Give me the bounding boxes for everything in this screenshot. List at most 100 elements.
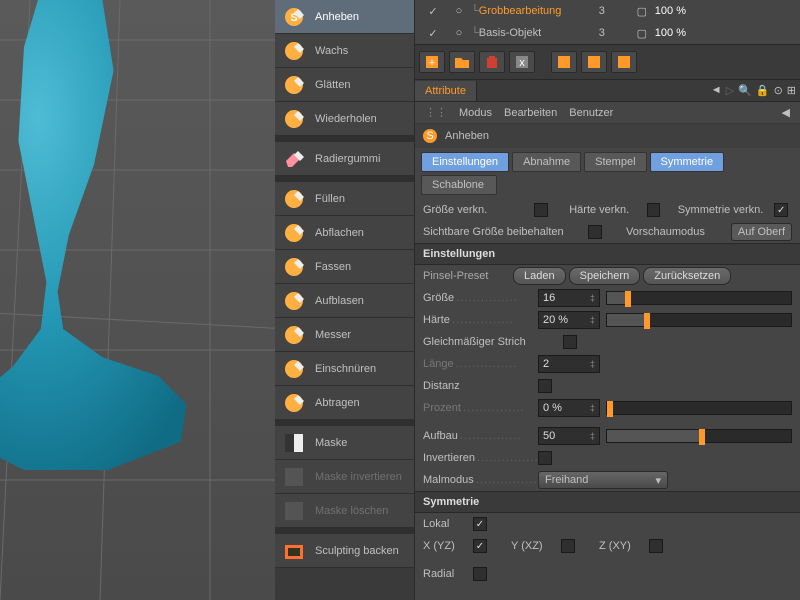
- mask-icon: [281, 430, 307, 456]
- chk-hard-link[interactable]: [647, 203, 661, 217]
- lbl-len: Länge: [423, 358, 538, 370]
- menu-arrow-icon[interactable]: ◀: [782, 106, 790, 119]
- tool-pinch[interactable]: Einschnüren: [275, 352, 414, 386]
- tool-label: Aufblasen: [315, 295, 364, 307]
- tool-inflate[interactable]: Aufblasen: [275, 284, 414, 318]
- chk-local[interactable]: [473, 517, 487, 531]
- tool-scrape[interactable]: Abtragen: [275, 386, 414, 420]
- chk-yxz[interactable]: [561, 539, 575, 553]
- chk-size-link[interactable]: [534, 203, 548, 217]
- field-build[interactable]: 50‡: [538, 427, 600, 445]
- chk-even[interactable]: [563, 335, 577, 349]
- field-pct[interactable]: 0 %‡: [538, 399, 600, 417]
- preview-dropdown[interactable]: Auf Oberf: [731, 223, 792, 241]
- layer-add-icon[interactable]: +: [419, 51, 445, 73]
- search-icon[interactable]: 🔍: [738, 84, 752, 97]
- tool-smooth[interactable]: Glätten: [275, 68, 414, 102]
- chk-zxy[interactable]: [649, 539, 663, 553]
- layer-opt1-icon[interactable]: [551, 51, 577, 73]
- layer-level: 3: [599, 27, 629, 39]
- new-window-icon[interactable]: ⊞: [787, 84, 796, 97]
- tool-mask-del[interactable]: Maske löschen: [275, 494, 414, 528]
- scrape-icon: [281, 390, 307, 416]
- tool-flatten[interactable]: Abflachen: [275, 216, 414, 250]
- layer-vis-check[interactable]: ✓: [419, 5, 447, 18]
- subtab-stencil[interactable]: Schablone: [421, 175, 497, 195]
- nav-fwd-icon[interactable]: ▷: [726, 84, 734, 97]
- chk-xyz[interactable]: [473, 539, 487, 553]
- subtab-settings[interactable]: Einstellungen: [421, 152, 509, 172]
- layer-vis-check[interactable]: ✓: [419, 27, 447, 40]
- chk-keep-vis[interactable]: [588, 225, 602, 239]
- lbl-build: Aufbau: [423, 430, 538, 442]
- menu-benutzer[interactable]: Benutzer: [569, 107, 613, 119]
- lbl-preset: Pinsel-Preset: [423, 270, 513, 282]
- layer-name: Grobbearbeitung: [479, 5, 599, 17]
- lbl-zxy: Z (XY): [599, 540, 649, 552]
- attribute-tabbar: Attribute ◄ ▷ 🔍 🔒 ⊙ ⊞: [415, 80, 800, 102]
- chk-radial[interactable]: [473, 567, 487, 581]
- lbl-xyz: X (YZ): [423, 540, 473, 552]
- btn-save[interactable]: Speichern: [569, 267, 641, 285]
- slider-build[interactable]: [606, 429, 792, 443]
- subtab-symmetry[interactable]: Symmetrie: [650, 152, 725, 172]
- layer-x-icon[interactable]: x: [509, 51, 535, 73]
- menu-bearbeiten[interactable]: Bearbeiten: [504, 107, 557, 119]
- layer-opt2-icon[interactable]: [581, 51, 607, 73]
- chk-dist[interactable]: [538, 379, 552, 393]
- tab-attribute[interactable]: Attribute: [415, 81, 477, 101]
- trash-icon[interactable]: [479, 51, 505, 73]
- layer-row[interactable]: ✓○└ Grobbearbeitung3▢100 %: [415, 0, 800, 22]
- dropdown-paint[interactable]: Freihand▾: [538, 471, 668, 489]
- brush-title: Anheben: [445, 130, 489, 142]
- tool-mask-inv[interactable]: Maske invertieren: [275, 460, 414, 494]
- layer-toggle[interactable]: ▢: [629, 27, 655, 40]
- pin-icon[interactable]: ⊙: [774, 84, 783, 97]
- tool-knife[interactable]: Messer: [275, 318, 414, 352]
- lock-icon[interactable]: 🔒: [756, 84, 770, 97]
- lbl-hard: Härte: [423, 314, 538, 326]
- chk-sym-link[interactable]: [774, 203, 788, 217]
- layer-opt3-icon[interactable]: [611, 51, 637, 73]
- tool-label: Glätten: [315, 79, 350, 91]
- btn-load[interactable]: Laden: [513, 267, 566, 285]
- subtab-falloff[interactable]: Abnahme: [512, 152, 581, 172]
- flatten-icon: [281, 220, 307, 246]
- field-len[interactable]: 2‡: [538, 355, 600, 373]
- tool-label: Wachs: [315, 45, 348, 57]
- viewport-3d[interactable]: [0, 0, 275, 600]
- slider-size[interactable]: [606, 291, 792, 305]
- slider-hard[interactable]: [606, 313, 792, 327]
- tool-repeat[interactable]: Wiederholen: [275, 102, 414, 136]
- folder-add-icon[interactable]: [449, 51, 475, 73]
- field-hard[interactable]: 20 %‡: [538, 311, 600, 329]
- lbl-keep-vis: Sichtbare Größe beibehalten: [423, 226, 588, 238]
- tool-bake[interactable]: Sculpting backen: [275, 534, 414, 568]
- tool-mask[interactable]: Maske: [275, 426, 414, 460]
- tool-fill[interactable]: Füllen: [275, 182, 414, 216]
- layer-name: Basis-Objekt: [479, 27, 599, 39]
- tool-wax[interactable]: Wachs: [275, 34, 414, 68]
- btn-reset[interactable]: Zurücksetzen: [643, 267, 731, 285]
- layer-dot-icon[interactable]: ○: [447, 5, 471, 17]
- lbl-local: Lokal: [423, 518, 473, 530]
- slider-pct[interactable]: [606, 401, 792, 415]
- subtab-stamp[interactable]: Stempel: [584, 152, 646, 172]
- lbl-radial: Radial: [423, 568, 473, 580]
- nav-back-icon[interactable]: ◄: [711, 84, 722, 97]
- svg-text:S: S: [426, 130, 433, 142]
- layer-row[interactable]: ✓○└ Basis-Objekt3▢100 %: [415, 22, 800, 44]
- layer-opacity: 100 %: [655, 27, 705, 39]
- field-size[interactable]: 16‡: [538, 289, 600, 307]
- tool-sphere-s[interactable]: SAnheben: [275, 0, 414, 34]
- chk-invert[interactable]: [538, 451, 552, 465]
- tool-eraser[interactable]: Radiergummi: [275, 142, 414, 176]
- menu-modus[interactable]: Modus: [459, 107, 492, 119]
- layer-dot-icon[interactable]: ○: [447, 27, 471, 39]
- layer-toggle[interactable]: ▢: [629, 5, 655, 18]
- chevron-down-icon: ▾: [655, 474, 661, 487]
- tool-grab[interactable]: Fassen: [275, 250, 414, 284]
- tool-label: Maske löschen: [315, 505, 388, 517]
- lbl-paint: Malmodus: [423, 474, 538, 486]
- inflate-icon: [281, 288, 307, 314]
